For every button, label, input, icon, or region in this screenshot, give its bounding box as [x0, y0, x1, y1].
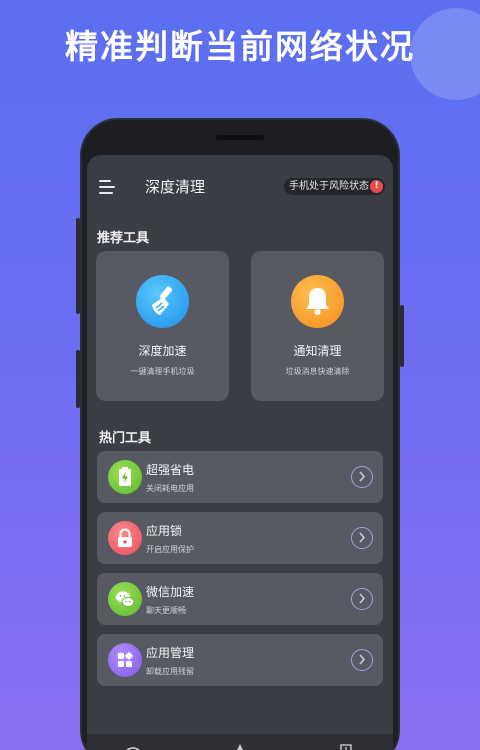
- risk-status-badge[interactable]: 手机处于风险状态 !: [284, 178, 385, 195]
- toolbox-icon[interactable]: [339, 739, 353, 750]
- wifi-icon[interactable]: [123, 739, 143, 750]
- phone-speaker: [216, 135, 264, 140]
- recommended-tools-heading: 推荐工具: [97, 231, 150, 246]
- warning-icon: !: [370, 180, 383, 193]
- app-lock-item[interactable]: 应用锁 开启应用保护: [97, 512, 383, 564]
- app-screen: 深度清理 手机处于风险状态 ! 推荐工具 深度加速 一键清理手机垃圾 通知清理 …: [87, 155, 393, 750]
- chevron-right-icon[interactable]: [351, 466, 373, 488]
- item-subtitle: 关闭耗电应用: [146, 484, 194, 493]
- item-title: 应用锁: [146, 524, 183, 538]
- rocket-icon[interactable]: [233, 739, 247, 750]
- card-subtitle: 垃圾消息快速清除: [285, 367, 350, 376]
- broom-icon: [136, 275, 189, 328]
- notification-cleanup-card[interactable]: 通知清理 垃圾消息快速清除: [251, 251, 384, 401]
- item-title: 超强省电: [146, 463, 195, 477]
- promo-headline: 精准判断当前网络状况: [65, 27, 415, 66]
- wechat-speedup-item[interactable]: 微信加速 聊天更顺畅: [97, 573, 383, 625]
- item-title: 微信加速: [146, 585, 195, 599]
- top-bar: 深度清理 手机处于风险状态 !: [87, 155, 393, 217]
- hot-tools-heading: 热门工具: [99, 431, 152, 446]
- card-title: 深度加速: [138, 344, 187, 358]
- item-title: 应用管理: [146, 646, 195, 660]
- phone-power-button: [400, 305, 404, 367]
- apps-grid-icon: [108, 643, 142, 677]
- chevron-right-icon[interactable]: [351, 527, 373, 549]
- item-subtitle: 开启应用保护: [146, 545, 194, 554]
- bell-icon: [291, 275, 344, 328]
- lock-icon: [108, 521, 142, 555]
- card-subtitle: 一键清理手机垃圾: [130, 367, 195, 376]
- chevron-right-icon[interactable]: [351, 649, 373, 671]
- bottom-nav: [87, 734, 393, 750]
- chevron-right-icon[interactable]: [351, 588, 373, 610]
- menu-icon[interactable]: [99, 179, 117, 195]
- app-management-item[interactable]: 应用管理 卸载应用残留: [97, 634, 383, 686]
- card-title: 通知清理: [293, 344, 342, 358]
- item-subtitle: 卸载应用残留: [146, 667, 194, 676]
- app-title: 深度清理: [145, 178, 206, 196]
- risk-status-text: 手机处于风险状态: [289, 181, 369, 192]
- item-subtitle: 聊天更顺畅: [146, 606, 186, 615]
- wechat-icon: [108, 582, 142, 616]
- deep-speedup-card[interactable]: 深度加速 一键清理手机垃圾: [96, 251, 229, 401]
- power-saving-item[interactable]: 超强省电 关闭耗电应用: [97, 451, 383, 503]
- battery-icon: [108, 460, 142, 494]
